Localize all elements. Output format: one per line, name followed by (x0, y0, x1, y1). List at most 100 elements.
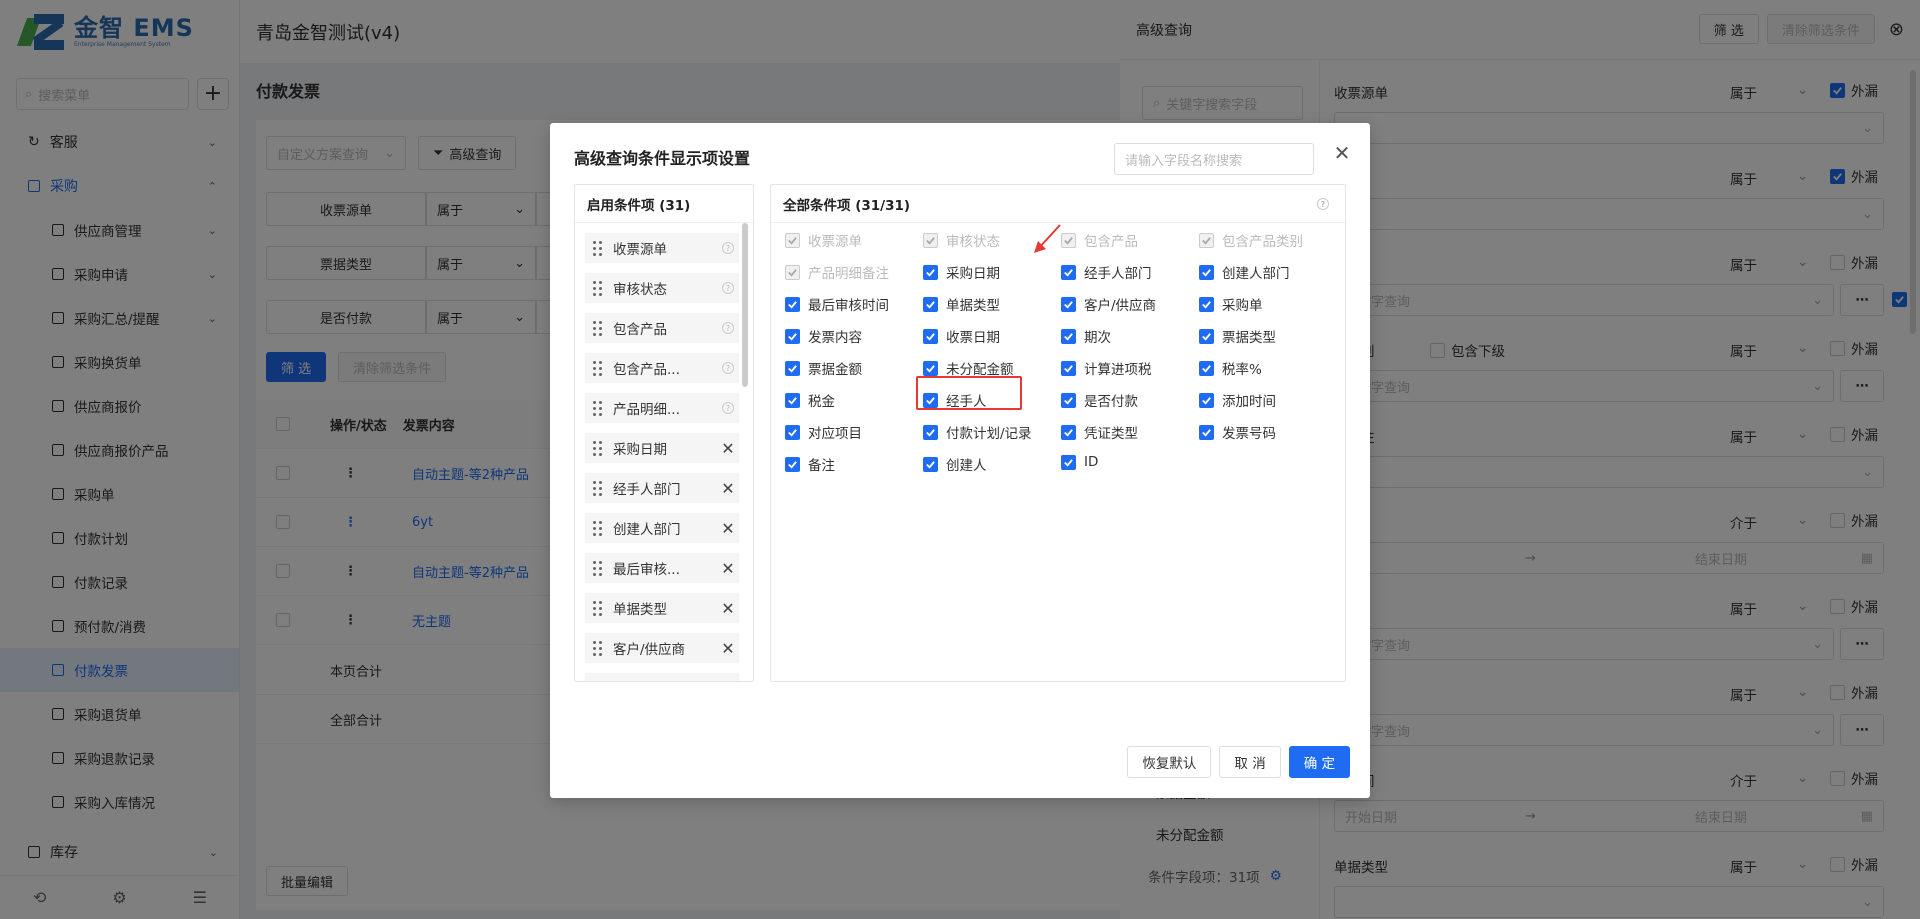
enabled-item[interactable]: 客户/供应商 ✕ (585, 633, 739, 663)
condition-option[interactable]: 最后审核时间 (785, 294, 889, 314)
enabled-item[interactable]: 经手人部门 ✕ (585, 473, 739, 503)
drag-handle-icon[interactable] (591, 560, 605, 576)
condition-option[interactable]: 付款计划/记录 (923, 422, 1032, 442)
option-checkbox[interactable] (1061, 328, 1076, 344)
option-checkbox[interactable] (1061, 296, 1076, 312)
condition-option[interactable]: 凭证类型 (1061, 422, 1138, 442)
drag-handle-icon[interactable] (591, 640, 605, 656)
option-checkbox[interactable] (785, 392, 800, 408)
option-checkbox[interactable] (785, 328, 800, 344)
enabled-item[interactable]: 最后审核... ✕ (585, 553, 739, 583)
condition-option[interactable]: 经手人部门 (1061, 262, 1152, 282)
drag-handle-icon[interactable] (591, 480, 605, 496)
condition-option[interactable]: 税率% (1199, 358, 1262, 378)
condition-option[interactable]: 发票号码 (1199, 422, 1276, 442)
enabled-item[interactable]: 创建人部门 ✕ (585, 513, 739, 543)
option-checkbox[interactable] (785, 456, 800, 472)
condition-option[interactable]: 计算进项税 (1061, 358, 1152, 378)
drag-handle-icon[interactable] (591, 600, 605, 616)
remove-icon[interactable]: ✕ (721, 439, 734, 458)
enabled-item[interactable]: 采购日期 ✕ (585, 433, 739, 463)
drag-handle-icon[interactable] (591, 520, 605, 536)
option-checkbox[interactable] (923, 264, 938, 280)
condition-option[interactable]: 收票日期 (923, 326, 1000, 346)
enabled-items-header: 启用条件项 (31) (575, 185, 753, 223)
option-checkbox[interactable] (1061, 392, 1076, 408)
condition-option[interactable]: 审核状态 (923, 230, 1000, 250)
condition-option[interactable]: 未分配金额 (923, 358, 1014, 378)
drag-handle-icon[interactable] (591, 280, 605, 296)
help-icon: ? (722, 402, 734, 414)
confirm-button[interactable]: 确 定 (1288, 746, 1350, 778)
option-checkbox[interactable] (1199, 296, 1214, 312)
condition-option[interactable]: 收票源单 (785, 230, 862, 250)
option-checkbox[interactable] (785, 424, 800, 440)
option-checkbox[interactable] (1061, 424, 1076, 440)
drag-handle-icon[interactable] (591, 240, 605, 256)
enabled-list-scrollbar[interactable] (742, 223, 748, 387)
remove-icon[interactable]: ✕ (721, 479, 734, 498)
condition-option[interactable]: 采购单 (1199, 294, 1263, 314)
option-checkbox[interactable] (1199, 328, 1214, 344)
option-checkbox[interactable] (785, 360, 800, 376)
enabled-item[interactable]: 包含产品? (585, 313, 739, 343)
drag-handle-icon[interactable] (591, 360, 605, 376)
remove-icon[interactable]: ✕ (721, 519, 734, 538)
option-checkbox[interactable] (923, 296, 938, 312)
condition-option[interactable]: 票据类型 (1199, 326, 1276, 346)
option-checkbox[interactable] (1199, 264, 1214, 280)
drag-handle-icon[interactable] (591, 400, 605, 416)
option-checkbox[interactable] (1199, 360, 1214, 376)
enabled-item[interactable]: 包含产品...? (585, 353, 739, 383)
option-checkbox[interactable] (785, 296, 800, 312)
condition-option[interactable]: 期次 (1061, 326, 1111, 346)
all-items-header: 全部条件项 (31/31) (783, 197, 911, 214)
option-checkbox[interactable] (1061, 360, 1076, 376)
condition-option[interactable]: ID (1061, 454, 1098, 470)
option-checkbox[interactable] (785, 264, 800, 280)
enabled-item[interactable]: 产品明细...? (585, 393, 739, 423)
highlight-box (916, 376, 1022, 410)
enabled-item[interactable]: 收票源单? (585, 233, 739, 263)
modal-search-input[interactable]: 请输入字段名称搜索 (1114, 143, 1314, 175)
drag-handle-icon[interactable] (591, 320, 605, 336)
remove-icon[interactable]: ✕ (721, 599, 734, 618)
condition-option[interactable]: 单据类型 (923, 294, 1000, 314)
enabled-item[interactable]: 单据类型 ✕ (585, 593, 739, 623)
condition-option[interactable]: 包含产品类别 (1199, 230, 1303, 250)
drag-handle-icon[interactable] (591, 440, 605, 456)
option-checkbox[interactable] (1061, 454, 1076, 470)
option-checkbox[interactable] (1199, 392, 1214, 408)
option-checkbox[interactable] (1199, 232, 1214, 248)
condition-option[interactable]: 添加时间 (1199, 390, 1276, 410)
condition-option[interactable]: 备注 (785, 454, 835, 474)
enabled-items-panel: 启用条件项 (31) 收票源单? 审核状态? 包含产品? 包含产品...? 产品明细..… (574, 184, 754, 682)
field-display-settings-modal: 高级查询条件显示项设置 请输入字段名称搜索 ✕ 启用条件项 (31) 收票源单?… (550, 123, 1370, 798)
option-checkbox[interactable] (1199, 424, 1214, 440)
condition-option[interactable]: 创建人部门 (1199, 262, 1290, 282)
help-icon: ? (1317, 198, 1329, 210)
condition-option[interactable]: 产品明细备注 (785, 262, 889, 282)
condition-option[interactable]: 创建人 (923, 454, 987, 474)
option-checkbox[interactable] (923, 328, 938, 344)
condition-option[interactable]: 票据金额 (785, 358, 862, 378)
restore-default-button[interactable]: 恢复默认 (1127, 746, 1212, 778)
modal-close-icon[interactable]: ✕ (1329, 140, 1355, 166)
option-checkbox[interactable] (923, 360, 938, 376)
condition-option[interactable]: 对应项目 (785, 422, 862, 442)
remove-icon[interactable]: ✕ (721, 639, 734, 658)
condition-option[interactable]: 是否付款 (1061, 390, 1138, 410)
condition-option[interactable]: 发票内容 (785, 326, 862, 346)
option-checkbox[interactable] (785, 232, 800, 248)
enabled-item[interactable]: 审核状态? (585, 273, 739, 303)
remove-icon[interactable]: ✕ (721, 559, 734, 578)
option-checkbox[interactable] (923, 424, 938, 440)
condition-option[interactable]: 税金 (785, 390, 835, 410)
condition-option[interactable]: 采购日期 (923, 262, 1000, 282)
condition-option[interactable]: 包含产品 (1061, 230, 1138, 250)
condition-option[interactable]: 客户/供应商 (1061, 294, 1156, 314)
cancel-button[interactable]: 取 消 (1219, 746, 1281, 778)
option-checkbox[interactable] (1061, 264, 1076, 280)
option-checkbox[interactable] (923, 456, 938, 472)
option-checkbox[interactable] (923, 232, 938, 248)
